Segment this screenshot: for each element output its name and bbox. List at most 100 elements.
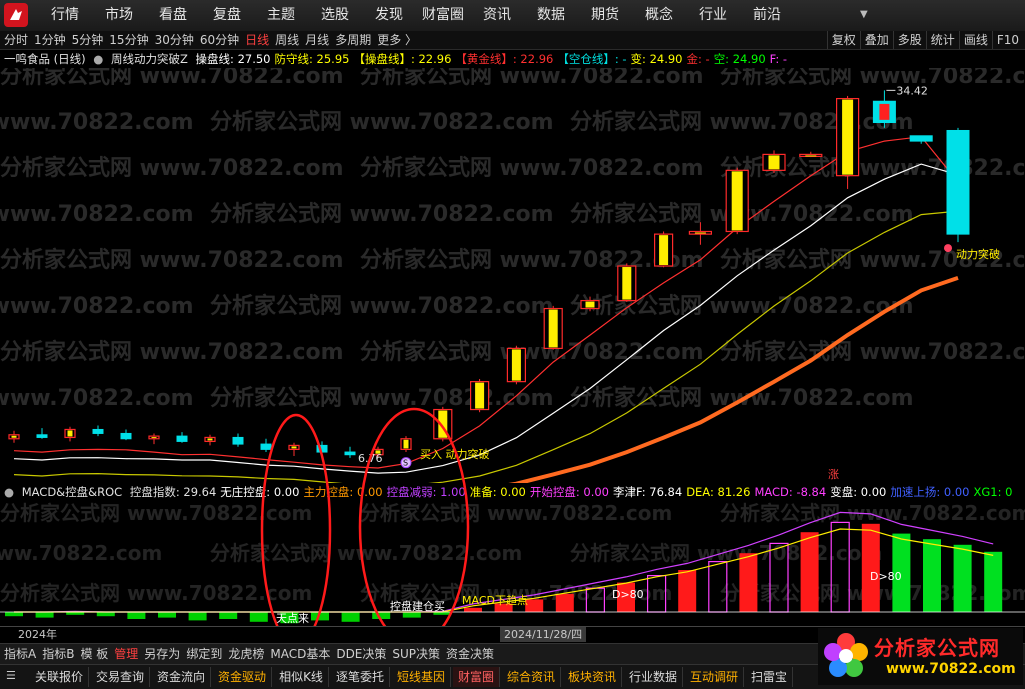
candle[interactable]	[204, 434, 216, 446]
period-tab[interactable]: 更多 〉	[377, 31, 417, 49]
candle[interactable]	[762, 150, 786, 174]
candle[interactable]	[316, 441, 328, 455]
top-menu-item[interactable]: 概念	[632, 0, 686, 31]
bottom-bar-button[interactable]: 逐笔委托	[331, 667, 390, 687]
site-name: 分析家公式网	[874, 636, 1000, 660]
indicator-tab[interactable]: 另存为	[144, 644, 180, 664]
toolbar-button[interactable]: 复权	[826, 31, 860, 49]
period-tab[interactable]: 30分钟	[155, 31, 194, 49]
candle-body-fill	[694, 232, 706, 234]
indicator-tab[interactable]: 指标B	[42, 644, 74, 664]
candle[interactable]	[92, 425, 104, 437]
indicator-tab[interactable]: 龙虎榜	[228, 644, 264, 664]
candle[interactable]	[344, 446, 356, 458]
menu-icon[interactable]: ☰	[6, 669, 20, 683]
bottom-bar-button[interactable]: 交易查询	[91, 667, 151, 687]
bottom-bar-button[interactable]: 资金流向	[152, 667, 212, 687]
candle[interactable]	[909, 135, 933, 144]
candle-body-fill	[511, 349, 521, 381]
bottom-bar-button[interactable]: 行业数据	[624, 667, 684, 687]
candle[interactable]	[260, 438, 272, 453]
candle[interactable]	[799, 151, 823, 158]
top-menu-item[interactable]: 复盘	[200, 0, 254, 31]
top-menu-item[interactable]: 选股	[308, 0, 362, 31]
chevron-down-icon[interactable]: ▼	[860, 9, 872, 21]
indicator-tab[interactable]: 绑定到	[186, 644, 222, 664]
period-tab[interactable]: 日线	[245, 31, 269, 49]
macd-settings-icon[interactable]: ●	[4, 485, 14, 499]
macd-d80-label-a: D>80	[612, 588, 644, 601]
macd-bar	[464, 607, 482, 612]
candle[interactable]	[617, 263, 637, 302]
candle[interactable]	[288, 442, 300, 457]
top-menu-item[interactable]: 市场	[92, 0, 146, 31]
period-tab[interactable]: 15分钟	[109, 31, 148, 49]
period-tab[interactable]: 分时	[4, 31, 28, 49]
watermark-text: 分析家公式网 www.70822.com	[720, 339, 1025, 365]
top-menu-item[interactable]: 前沿	[740, 0, 794, 31]
top-menu-item[interactable]: 发现	[362, 0, 416, 31]
candle[interactable]	[400, 436, 412, 453]
candlestick-chart[interactable]: 分析家公式网 www.70822.com 分析家公式网 www.70822.com…	[0, 68, 1025, 483]
macd-title[interactable]: MACD&控盘&ROC	[22, 485, 122, 499]
top-menu-item[interactable]: 期货	[578, 0, 632, 31]
top-menu-item[interactable]: 资讯	[470, 0, 524, 31]
bottom-bar-button[interactable]: 扫雷宝	[746, 667, 794, 687]
bottom-bar-button[interactable]: 财富圈	[452, 667, 500, 687]
candle[interactable]	[176, 432, 188, 443]
main-menu: 行情 市场 看盘 复盘 主题 选股 发现 财富圈 资讯 数据 期货 概念 行业 前沿	[38, 0, 794, 31]
watermark-text: 分析家公式网 www.70822.com	[360, 247, 704, 273]
bottom-bar-button[interactable]: 关联报价	[30, 667, 90, 687]
indicator-tab[interactable]: 管理	[114, 644, 138, 664]
candle[interactable]	[232, 433, 244, 447]
bottom-bar-button[interactable]: 板块资讯	[563, 667, 623, 687]
period-tab[interactable]: 60分钟	[200, 31, 239, 49]
toolbar-button[interactable]: 多股	[892, 31, 926, 49]
candle[interactable]	[148, 433, 160, 445]
candle[interactable]	[433, 406, 453, 442]
period-tab[interactable]: 周线	[275, 31, 299, 49]
indicator-tab[interactable]: SUP决策	[392, 644, 440, 664]
top-menu-item[interactable]: 看盘	[146, 0, 200, 31]
indicator-tab[interactable]: MACD基本	[270, 644, 330, 664]
candle[interactable]	[725, 167, 749, 235]
period-tab[interactable]: 月线	[305, 31, 329, 49]
candle[interactable]	[835, 95, 860, 189]
top-menu-item[interactable]: 行情	[38, 0, 92, 31]
candle[interactable]	[470, 378, 490, 413]
top-menu-item[interactable]: 主题	[254, 0, 308, 31]
indicator-settings-icon[interactable]: ●	[93, 52, 103, 66]
candle[interactable]	[120, 429, 132, 441]
toolbar-button[interactable]: 统计	[925, 31, 959, 49]
indicator-tab[interactable]: 资金决策	[446, 644, 494, 664]
indicator-tab[interactable]: DDE决策	[336, 644, 386, 664]
macd-bar	[219, 612, 238, 619]
candle[interactable]	[946, 127, 970, 243]
candle[interactable]	[36, 428, 48, 439]
bottom-bar-button[interactable]: 综合资讯	[502, 667, 561, 687]
top-menu-item[interactable]: 财富圈	[416, 0, 470, 31]
bottom-bar-button[interactable]: 相似K线	[274, 667, 329, 687]
candle[interactable]	[8, 430, 20, 443]
bottom-bar-button[interactable]: 资金驱动	[213, 667, 273, 687]
period-tab[interactable]: 多周期	[335, 31, 371, 49]
period-tab[interactable]: 1分钟	[34, 31, 66, 49]
indicator-name[interactable]: 周线动力突破Z	[111, 52, 188, 66]
candle[interactable]	[506, 345, 526, 385]
macd-chart[interactable]: 分析家公式网 www.70822.com 分析家公式网 www.70822.com…	[0, 500, 1025, 626]
candle[interactable]	[543, 305, 563, 350]
bottom-bar-button[interactable]: 短线基因	[392, 667, 451, 687]
candle[interactable]	[653, 231, 674, 268]
period-tab[interactable]: 5分钟	[72, 31, 104, 49]
macd-value: 变盘: 0.00	[830, 485, 887, 499]
indicator-tab[interactable]: 模 板	[80, 644, 108, 664]
toolbar-button[interactable]: F10	[991, 31, 1023, 49]
bottom-bar-button[interactable]: 互动调研	[685, 667, 745, 687]
app-logo-icon[interactable]	[4, 3, 28, 27]
toolbar-button[interactable]: 叠加	[859, 31, 893, 49]
candle[interactable]	[64, 426, 76, 442]
top-menu-item[interactable]: 数据	[524, 0, 578, 31]
toolbar-button[interactable]: 画线	[958, 31, 992, 49]
indicator-tab[interactable]: 指标A	[4, 644, 36, 664]
top-menu-item[interactable]: 行业	[686, 0, 740, 31]
